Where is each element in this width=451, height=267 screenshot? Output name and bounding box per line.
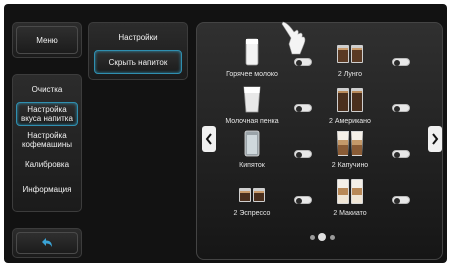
nav-item-machine-settings[interactable]: Настройка кофемашины <box>16 128 78 152</box>
drink-name: 2 Лунго <box>337 71 363 78</box>
drink-toggle-two-espresso[interactable] <box>294 196 312 204</box>
two-espresso-icon <box>239 188 265 202</box>
drink-toggle-milk-foam[interactable] <box>294 104 312 112</box>
nav-item-label: Калибровка <box>24 159 70 169</box>
prev-page-button[interactable] <box>202 126 216 152</box>
drink-toggle-hot-water[interactable] <box>294 150 312 158</box>
hide-drink-button[interactable]: Скрыть напиток <box>94 50 182 74</box>
nav-item-cleaning[interactable]: Очистка <box>16 80 78 98</box>
drink-name: Кипяток <box>239 162 265 169</box>
drink-hot-water: Кипяток <box>217 128 307 174</box>
nav-item-label: Очистка <box>31 84 63 94</box>
menu-button-label: Меню <box>36 35 58 45</box>
drink-toggle-two-lungo[interactable] <box>392 58 410 66</box>
two-macchiato-icon <box>337 179 363 204</box>
drink-toggle-two-cappuccino[interactable] <box>392 150 410 158</box>
nav-item-label: Настройка кофемашины <box>21 131 73 149</box>
settings-title-label: Настройки <box>118 32 158 42</box>
page-dot-3[interactable] <box>330 235 335 240</box>
nav-item-calibration[interactable]: Калибровка <box>16 154 78 174</box>
milk-foam-icon <box>243 86 261 113</box>
chevron-left-icon <box>205 133 212 145</box>
pointing-hand-icon <box>281 21 306 55</box>
two-lungo-icon <box>337 45 363 63</box>
page-dot-1[interactable] <box>310 235 315 240</box>
back-button[interactable] <box>16 232 78 254</box>
hot-water-icon <box>244 130 260 157</box>
drink-name: 2 Капучино <box>331 162 369 169</box>
two-americano-icon <box>337 88 363 112</box>
milk-glass-icon <box>245 38 259 66</box>
chevron-right-icon <box>432 133 439 145</box>
back-arrow-icon <box>42 238 52 247</box>
drink-name: 2 Макиато <box>333 210 367 217</box>
drink-name: 2 Американо <box>329 118 371 125</box>
page-dot-2[interactable] <box>318 233 326 241</box>
menu-button[interactable]: Меню <box>16 26 78 54</box>
two-cappuccino-icon <box>337 131 363 156</box>
drink-name: 2 Эспрессо <box>233 210 271 217</box>
nav-item-label: Настройка вкуса напитка <box>21 105 73 123</box>
drink-toggle-two-macchiato[interactable] <box>392 196 410 204</box>
nav-item-label: Информация <box>22 184 72 194</box>
settings-title: Настройки <box>92 28 184 46</box>
drink-toggle-two-americano[interactable] <box>392 104 410 112</box>
hide-drink-label: Скрыть напиток <box>108 57 168 67</box>
nav-item-taste-settings[interactable]: Настройка вкуса напитка <box>16 102 78 126</box>
next-page-button[interactable] <box>428 126 442 152</box>
drink-two-cappuccino: 2 Капучино <box>315 128 405 174</box>
drink-name: Молочная пенка <box>225 118 279 125</box>
drink-name: Горячее молоко <box>226 71 278 78</box>
nav-item-information[interactable]: Информация <box>16 178 78 200</box>
